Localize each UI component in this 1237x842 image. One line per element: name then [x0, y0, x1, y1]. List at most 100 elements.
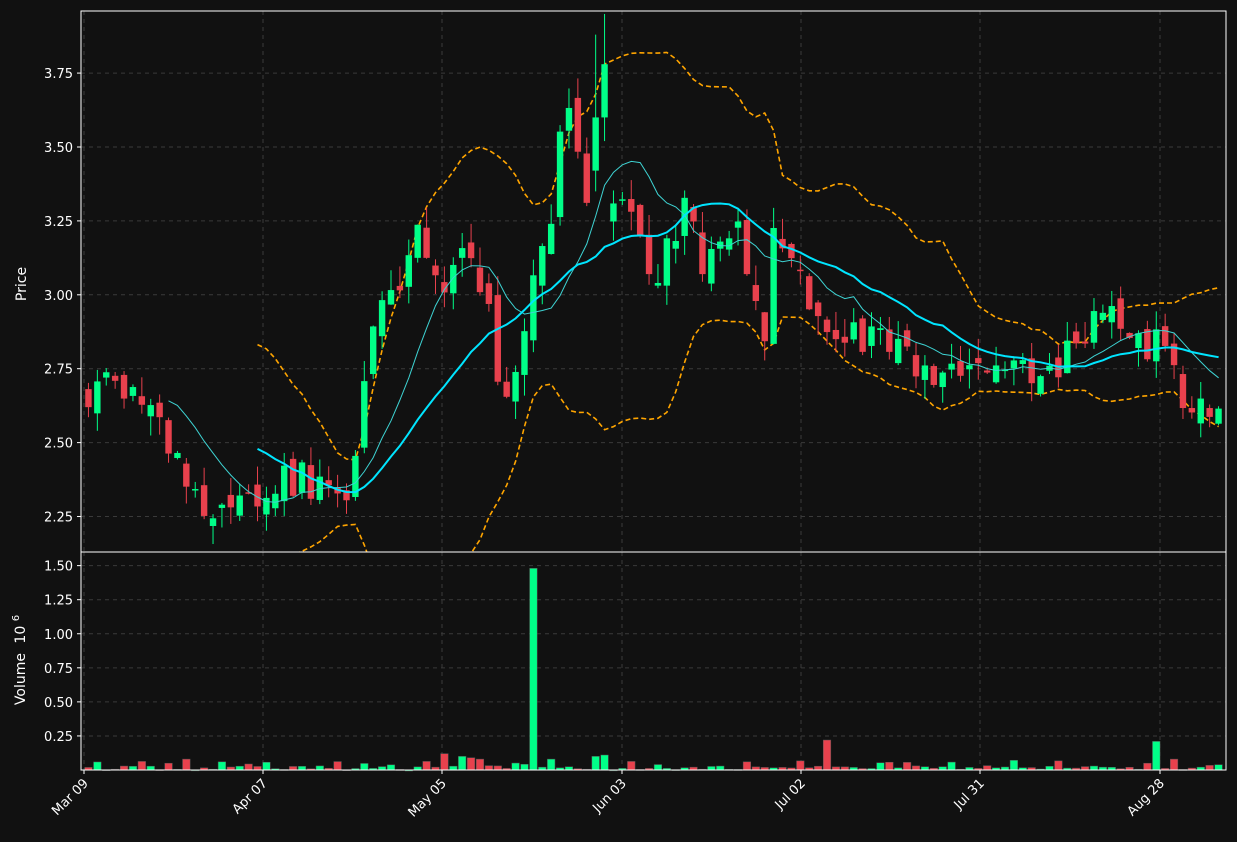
volume-bar	[422, 761, 431, 771]
volume-bar	[1152, 741, 1161, 771]
volume-bar	[814, 765, 823, 771]
candle-body	[200, 485, 208, 516]
candle-body	[743, 220, 751, 275]
volume-bar	[289, 766, 298, 771]
candle-body	[1010, 360, 1018, 369]
candle-body	[1037, 376, 1044, 394]
price-tick-label: 3.50	[44, 141, 73, 156]
volume-bar	[1205, 765, 1214, 771]
candle-body	[1206, 408, 1213, 417]
volume-bar	[493, 765, 502, 771]
candle-body	[663, 238, 671, 286]
candle-body	[939, 372, 946, 388]
volume-bar	[911, 765, 921, 771]
candle-body	[236, 495, 243, 516]
candle-body	[859, 318, 866, 352]
candle-body	[930, 366, 938, 385]
candle-body	[1081, 341, 1089, 344]
candle-body	[174, 452, 181, 458]
candle-body	[1072, 331, 1080, 344]
volume-bar	[449, 765, 458, 771]
candle-body	[414, 224, 421, 258]
volume-bar	[1170, 758, 1179, 771]
candle-body	[387, 290, 395, 305]
volume-bar	[93, 761, 102, 771]
candle-body	[850, 322, 857, 340]
volume-bar	[128, 766, 137, 771]
volume-bar	[547, 758, 556, 771]
candle-body	[672, 240, 679, 249]
candle-body	[770, 227, 777, 344]
candle-body	[1188, 408, 1196, 413]
candle-body	[192, 489, 199, 491]
volume-bar	[253, 766, 262, 771]
volume-bar	[529, 568, 538, 771]
volume-bar	[600, 754, 609, 771]
candle-body	[1064, 340, 1071, 374]
candle-body	[636, 204, 644, 236]
candle-body	[103, 372, 110, 378]
volume-bar	[297, 766, 307, 771]
candle-body	[120, 374, 128, 399]
candle-body	[1215, 408, 1222, 424]
candle-body	[1179, 374, 1187, 409]
candle-body	[147, 405, 154, 417]
candle-body	[788, 243, 795, 259]
chart-background	[0, 0, 1237, 842]
volume-bar	[137, 761, 146, 771]
candle-body	[1161, 326, 1169, 346]
candle-body	[281, 465, 288, 502]
candle-body	[512, 371, 519, 402]
price-tick-label: 3.25	[44, 215, 73, 230]
candle-body	[1019, 360, 1026, 364]
volume-bar	[983, 765, 992, 771]
candle-body	[619, 199, 626, 201]
candle-body	[1108, 306, 1115, 323]
volume-axis-label: Volume 10 6	[11, 615, 29, 705]
candle-body	[832, 329, 840, 340]
candle-body	[1099, 312, 1107, 320]
candle-body	[111, 375, 119, 381]
candle-body	[574, 97, 582, 152]
volume-bar	[182, 758, 191, 771]
candle-body	[165, 420, 172, 454]
price-tick-label: 3.00	[44, 289, 73, 304]
candle-body	[289, 458, 297, 496]
candle-body	[583, 153, 590, 203]
candle-body	[645, 234, 653, 275]
candle-body	[966, 365, 973, 370]
volume-bar	[262, 761, 271, 771]
candle-body	[156, 402, 163, 418]
candle-body	[841, 336, 849, 343]
candle-body	[556, 131, 564, 218]
candle-body	[378, 300, 386, 337]
volume-bar	[1143, 762, 1152, 771]
volume-bar	[716, 765, 725, 771]
price-tick-label: 3.75	[44, 67, 73, 82]
candle-body	[85, 389, 92, 408]
candle-body	[1135, 333, 1142, 349]
candle-body	[877, 328, 884, 330]
candle-body	[539, 246, 546, 286]
candle-body	[806, 276, 813, 310]
volume-bar	[591, 756, 600, 771]
volume-bar	[244, 763, 253, 771]
candle-body	[476, 267, 484, 293]
candle-body	[521, 331, 528, 375]
volume-bar	[796, 760, 805, 771]
candle-body	[272, 493, 279, 509]
volume-bar	[822, 739, 832, 771]
candle-body	[298, 462, 306, 493]
volume-bar	[458, 756, 467, 771]
volume-bar	[947, 761, 956, 771]
candle-body	[450, 264, 457, 294]
volume-bar	[511, 762, 520, 771]
candle-body	[547, 223, 555, 255]
volume-tick-label: 0.50	[44, 696, 73, 711]
volume-bar	[653, 764, 663, 771]
candle-body	[405, 255, 412, 287]
candle-body	[530, 275, 537, 341]
volume-tick-label: 0.75	[44, 662, 73, 677]
candle-body	[1144, 329, 1151, 360]
candle-body	[992, 365, 1000, 383]
